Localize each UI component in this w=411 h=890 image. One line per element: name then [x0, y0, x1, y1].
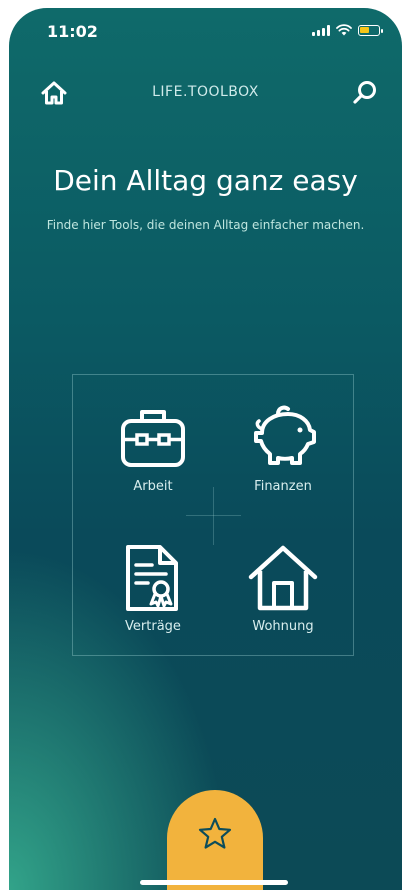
battery-icon	[358, 24, 383, 36]
search-icon	[353, 81, 376, 104]
wifi-icon	[336, 24, 352, 36]
page-subtitle: Finde hier Tools, die deinen Alltag einf…	[46, 218, 365, 232]
category-label: Verträge	[125, 619, 181, 634]
status-bar: 11:02	[9, 8, 402, 52]
favorites-button[interactable]	[167, 790, 263, 890]
status-icons	[312, 24, 383, 36]
contract-icon	[126, 545, 178, 611]
grid-divider-vertical	[213, 487, 214, 545]
house-icon	[248, 545, 318, 611]
category-label: Finanzen	[254, 479, 312, 494]
status-time: 11:02	[47, 22, 98, 41]
cellular-signal-icon	[312, 24, 330, 36]
category-label: Wohnung	[252, 619, 314, 634]
briefcase-icon	[121, 410, 185, 467]
star-icon	[198, 817, 232, 849]
app-screen: 11:02 LIFE.TOOLBOX Dein Alltag ganz easy…	[9, 8, 402, 890]
category-arbeit[interactable]: Arbeit	[93, 403, 213, 523]
app-title: LIFE.TOOLBOX	[152, 84, 259, 100]
page-title: Dein Alltag ganz easy	[53, 164, 358, 197]
app-header: LIFE.TOOLBOX	[9, 74, 402, 114]
category-grid: Arbeit Finanzen Verträge Wohnung	[72, 374, 354, 656]
category-wohnung[interactable]: Wohnung	[223, 543, 343, 663]
category-finanzen[interactable]: Finanzen	[223, 403, 343, 523]
piggy-bank-icon	[254, 405, 316, 465]
home-indicator	[140, 880, 288, 885]
category-label: Arbeit	[133, 479, 173, 494]
search-button[interactable]	[350, 78, 380, 108]
category-vertraege[interactable]: Verträge	[93, 543, 213, 663]
